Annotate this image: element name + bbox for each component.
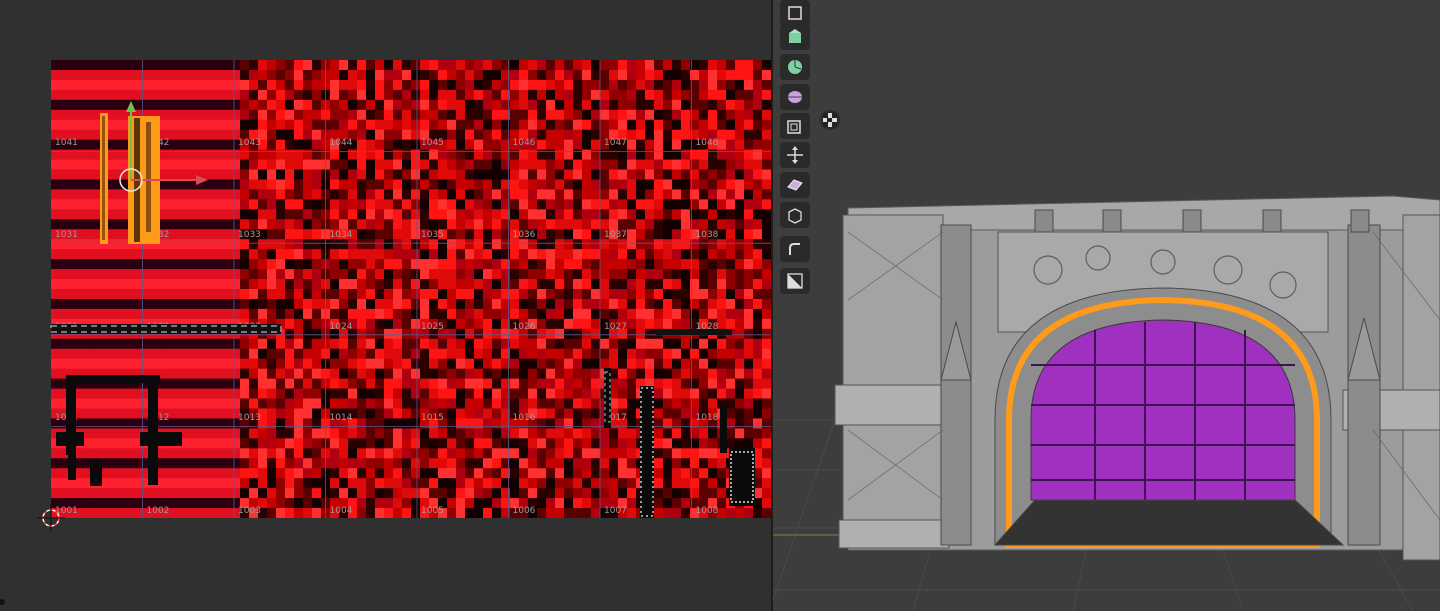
smooth-sphere-icon [788,91,802,103]
bevel-icon [789,243,800,255]
loop-cut-icon [787,273,803,289]
move-gizmo-tool-button[interactable] [780,142,810,168]
loop-cut-tool-button[interactable] [780,268,810,294]
selected-door-faces[interactable] [1030,319,1296,501]
udim-texture-image [51,60,771,518]
spin-icon [788,60,802,74]
smooth-sphere-tool-button[interactable] [780,84,810,110]
scale-cage-icon [788,6,802,20]
viewport-scene [773,195,1440,611]
spin-tool-button[interactable] [780,54,810,80]
move-gizmo-icon [787,146,803,164]
scale-cage-tool-button[interactable] [780,0,810,26]
bevel-tool-button[interactable] [780,236,810,262]
cube-add-icon [788,208,802,224]
3d-viewport-area[interactable] [773,0,1440,611]
uv-editor-area[interactable]: 1041 1042 1043 1044 1045 1046 1047 1048 1031 1032… [0,0,771,611]
shear-tool-button[interactable] [780,172,810,198]
shear-icon [787,179,803,191]
checker-toggle-button[interactable] [820,110,840,130]
fireplace-mesh[interactable] [834,195,1440,561]
cube-add-tool-button[interactable] [780,202,810,228]
checkerboard-icon [823,113,837,127]
corner-dot [0,599,5,605]
inset-faces-tool-button[interactable] [780,113,810,139]
inset-faces-icon [787,120,801,134]
uv-texture-tiles[interactable]: 1041 1042 1043 1044 1045 1046 1047 1048 1031 1032… [51,60,771,518]
extrude-region-icon [789,29,801,43]
extrude-region-tool-button[interactable] [780,24,810,50]
